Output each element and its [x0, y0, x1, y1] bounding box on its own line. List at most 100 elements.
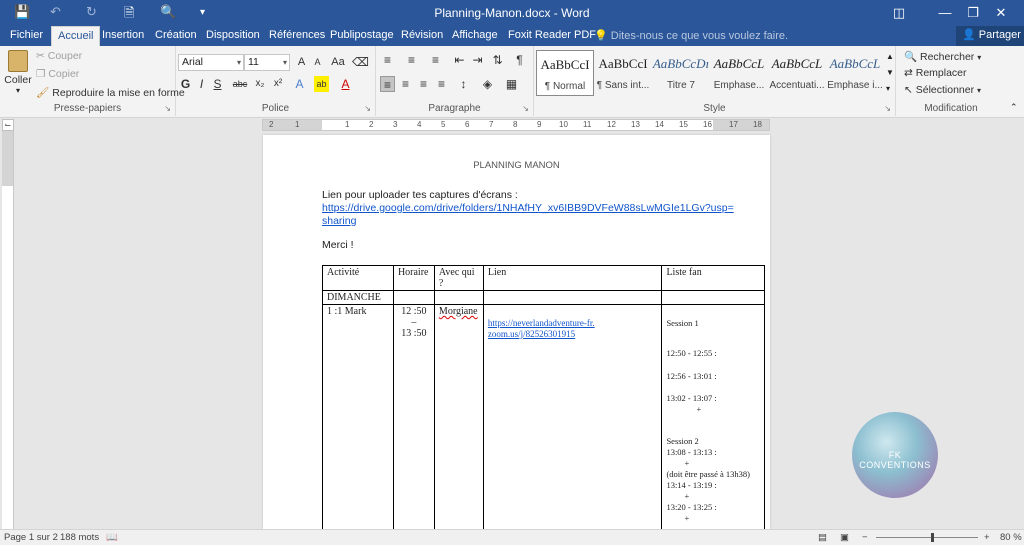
- highlight-icon[interactable]: ab: [314, 76, 329, 92]
- dialog-launcher-icon[interactable]: ↘: [164, 104, 171, 113]
- paste-button[interactable]: Coller ▾: [4, 50, 32, 95]
- page-count[interactable]: Page 1 sur 2: [4, 532, 58, 543]
- more-styles-icon[interactable]: ▾: [886, 84, 890, 93]
- format-painter-button[interactable]: 🖌 Reproduire la mise en forme: [36, 86, 185, 99]
- shading-icon[interactable]: ◈: [480, 76, 495, 92]
- find-button[interactable]: 🔍 Rechercher ▾: [904, 50, 981, 63]
- underline-button[interactable]: S: [210, 76, 225, 92]
- shrink-font-icon[interactable]: A: [310, 54, 325, 70]
- style-emphase-pale[interactable]: AaBbCcL Emphase...: [710, 50, 768, 96]
- ruler-number: 12: [607, 120, 616, 129]
- borders-icon[interactable]: ▦: [504, 76, 519, 92]
- tab-publipostage[interactable]: Publipostage: [324, 26, 400, 46]
- italic-button[interactable]: I: [194, 76, 209, 92]
- select-button[interactable]: ↖ Sélectionner ▾: [904, 84, 981, 96]
- decrease-indent-icon[interactable]: ⇤: [452, 52, 467, 68]
- align-center-icon[interactable]: ≡: [398, 76, 413, 92]
- bullets-icon[interactable]: ≡: [380, 52, 395, 68]
- increase-indent-icon[interactable]: ⇥: [470, 52, 485, 68]
- line-spacing-icon[interactable]: ↕: [456, 76, 471, 92]
- zoom-slider-thumb[interactable]: [931, 533, 934, 542]
- paragraph-group: ≡ ≡ ≡ ⇤ ⇥ ⇅ ¶ ≡ ≡ ≡ ≡ ↕ ◈ ▦ Paragraphe ↘: [376, 46, 534, 116]
- with-cell: Morgiane: [433, 304, 484, 529]
- table-row: 1 :1 Mark 12 :50 – 13 :50 Morgiane https…: [322, 304, 765, 529]
- style-titre-7[interactable]: AaBbCcDı Titre 7: [652, 50, 710, 96]
- tab-affichage[interactable]: Affichage: [446, 26, 504, 46]
- ribbon-display-icon[interactable]: ◫: [876, 0, 922, 26]
- person-icon: 👤: [962, 29, 976, 41]
- share-button[interactable]: 👤 Partager: [956, 26, 1024, 46]
- tell-me-search[interactable]: 💡 Dites-nous ce que vous voulez faire.: [594, 29, 788, 42]
- dialog-launcher-icon[interactable]: ↘: [522, 104, 529, 113]
- replace-button[interactable]: ⇄ Remplacer: [904, 67, 967, 79]
- font-color-icon[interactable]: A: [338, 76, 353, 92]
- tab-disposition[interactable]: Disposition: [200, 26, 266, 46]
- document-header: PLANNING MANON: [473, 160, 560, 171]
- zoom-out-icon[interactable]: −: [862, 532, 868, 543]
- ruler-number: 13: [631, 120, 640, 129]
- font-size-combo[interactable]: 11 ▾: [244, 54, 290, 71]
- numbering-icon[interactable]: ≡: [404, 52, 419, 68]
- read-mode-icon[interactable]: ▤: [818, 532, 827, 543]
- paragraph-group-label: Paragraphe: [428, 103, 481, 114]
- scroll-down-icon[interactable]: ▼: [886, 68, 894, 77]
- styles-group: AaBbCcI ¶ Normal AaBbCcI ¶ Sans int... AaB…: [534, 46, 896, 116]
- text-effects-icon[interactable]: A: [292, 76, 307, 92]
- lightbulb-icon: 💡: [594, 30, 608, 42]
- style-normal[interactable]: AaBbCcI ¶ Normal: [536, 50, 594, 96]
- change-case-icon[interactable]: Aa: [328, 54, 348, 70]
- horizontal-ruler[interactable]: 2 1 1 2 3 4 5 6 7 8 9 10 11 12 13 14 15 …: [262, 119, 770, 131]
- close-icon[interactable]: ✕: [978, 0, 1024, 26]
- tab-foxit[interactable]: Foxit Reader PDF: [502, 26, 602, 46]
- tab-revision[interactable]: Révision: [395, 26, 449, 46]
- align-left-icon[interactable]: ≡: [380, 76, 395, 92]
- dialog-launcher-icon[interactable]: ↘: [884, 104, 891, 113]
- sort-icon[interactable]: ⇅: [490, 52, 505, 68]
- align-right-icon[interactable]: ≡: [416, 76, 431, 92]
- strikethrough-button[interactable]: abc: [230, 76, 250, 92]
- font-name-combo[interactable]: Arial ▾: [178, 54, 244, 71]
- zoom-slider[interactable]: [876, 537, 978, 538]
- scroll-up-icon[interactable]: ▲: [886, 52, 894, 61]
- zoom-in-icon[interactable]: +: [984, 532, 990, 543]
- word-count[interactable]: 188 mots: [60, 532, 99, 543]
- document-title: Planning-Manon.docx - Word: [434, 6, 590, 20]
- style-emphase-intense[interactable]: AaBbCcL Emphase i...: [826, 50, 884, 96]
- style-accentuation[interactable]: AaBbCcL Accentuati...: [768, 50, 826, 96]
- intro-text: Lien pour uploader tes captures d'écrans…: [322, 189, 518, 201]
- superscript-button[interactable]: x²: [270, 76, 286, 92]
- tab-accueil[interactable]: Accueil: [51, 26, 101, 46]
- style-sans-interligne[interactable]: AaBbCcI ¶ Sans int...: [594, 50, 652, 96]
- tab-selector[interactable]: ⌙: [2, 119, 14, 131]
- copy-button[interactable]: ❐ Copier: [36, 68, 79, 80]
- tab-creation[interactable]: Création: [149, 26, 203, 46]
- clipboard-group-label: Presse-papiers: [53, 103, 122, 114]
- collapse-ribbon-icon[interactable]: ⌃: [1010, 102, 1018, 113]
- copy-icon: ❐: [36, 68, 46, 80]
- clear-format-icon[interactable]: ⌫: [352, 54, 369, 70]
- chevron-down-icon: ▾: [977, 86, 982, 95]
- pilcrow-icon[interactable]: ¶: [512, 52, 527, 68]
- tab-references[interactable]: Références: [263, 26, 331, 46]
- proofing-icon[interactable]: 📖: [106, 532, 118, 543]
- cut-button[interactable]: ✂ Couper: [36, 50, 82, 62]
- multilevel-list-icon[interactable]: ≡: [428, 52, 443, 68]
- tab-fichier[interactable]: Fichier: [4, 26, 49, 46]
- vertical-ruler[interactable]: [2, 131, 14, 529]
- tab-insertion[interactable]: Insertion: [96, 26, 150, 46]
- drive-link[interactable]: https://drive.google.com/drive/folders/1…: [322, 202, 734, 214]
- grow-font-icon[interactable]: A: [294, 54, 309, 70]
- justify-icon[interactable]: ≡: [434, 76, 449, 92]
- drive-link-continued[interactable]: sharing: [322, 215, 356, 227]
- ruler-top-margin: [2, 131, 13, 186]
- print-layout-icon[interactable]: ▣: [840, 532, 849, 543]
- dialog-launcher-icon[interactable]: ↘: [364, 104, 371, 113]
- font-group-label: Police: [261, 103, 290, 114]
- zoom-level[interactable]: 80 %: [1000, 532, 1022, 543]
- editing-group: 🔍 Rechercher ▾ ⇄ Remplacer ↖ Sélectionne…: [896, 46, 1006, 116]
- subscript-button[interactable]: x₂: [252, 76, 268, 92]
- editing-group-label: Modification: [924, 103, 978, 114]
- bold-button[interactable]: G: [178, 76, 193, 92]
- zoom-link[interactable]: https://neverlandadventure-fr.zoom.us/j/…: [488, 318, 598, 340]
- document-page[interactable]: PLANNING MANON Lien pour uploader tes ca…: [263, 135, 770, 529]
